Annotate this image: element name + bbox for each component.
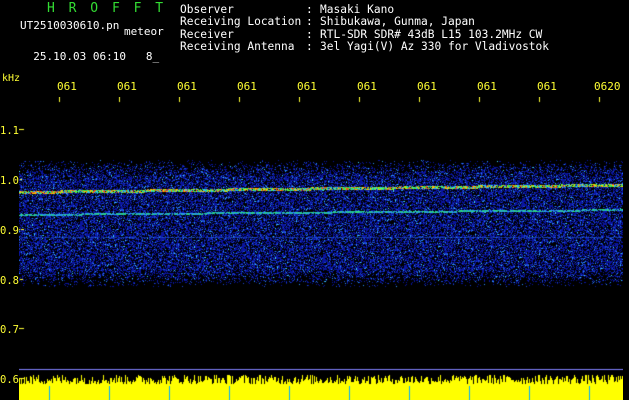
x-tick-label: 0620 (594, 80, 621, 93)
y-tick-label: 0.6 (0, 374, 19, 386)
timestamp: 25.10.03 06:10 (33, 50, 126, 63)
counter: 8_ (145, 50, 160, 63)
meta-sep: : (306, 15, 320, 29)
meta-row-location: Receiving Location: Shibukawa, Gunma, Ja… (180, 15, 549, 29)
y-tick-label: 1.1 (0, 125, 19, 137)
x-tick-label: 061 (357, 80, 377, 93)
meta-row-antenna: Receiving Antenna: 3el Yagi(V) Az 330 fo… (180, 40, 550, 54)
y-tick-label: 1.0 (0, 175, 19, 187)
meta-key: Receiving Antenna (180, 40, 295, 54)
file-name: UT2510030610.pn (20, 19, 120, 32)
x-tick-label: 061 (417, 80, 437, 93)
y-tick-label: 0.7 (0, 324, 19, 336)
brand-title: H R O F F T (47, 1, 167, 16)
station-info: Observer: Masaki Kano Receiving Location… (180, 3, 550, 54)
x-tick-label: 061 (177, 80, 197, 93)
date-time: 25.10.03 06:10 8_ (20, 40, 159, 62)
mode-tag: meteor (124, 25, 164, 38)
y-axis-unit: kHz (2, 73, 21, 84)
x-tick-label: 061 (237, 80, 257, 93)
meta-key: Receiving Location (180, 15, 302, 29)
y-tick-label: 0.8 (0, 275, 19, 287)
meta-value: 3el Yagi(V) Az 330 for Vladivostok (320, 40, 550, 54)
x-tick-label: 061 (477, 80, 497, 93)
meta-value: Shibukawa, Gunma, Japan (320, 15, 475, 29)
x-tick-label: 061 (117, 80, 137, 93)
x-tick-label: 061 (537, 80, 557, 93)
y-tick-label: 0.9 (0, 225, 19, 237)
spectrogram-canvas (19, 97, 623, 400)
x-tick-label: 061 (57, 80, 77, 93)
meta-sep: : (306, 40, 320, 54)
x-tick-label: 061 (297, 80, 317, 93)
